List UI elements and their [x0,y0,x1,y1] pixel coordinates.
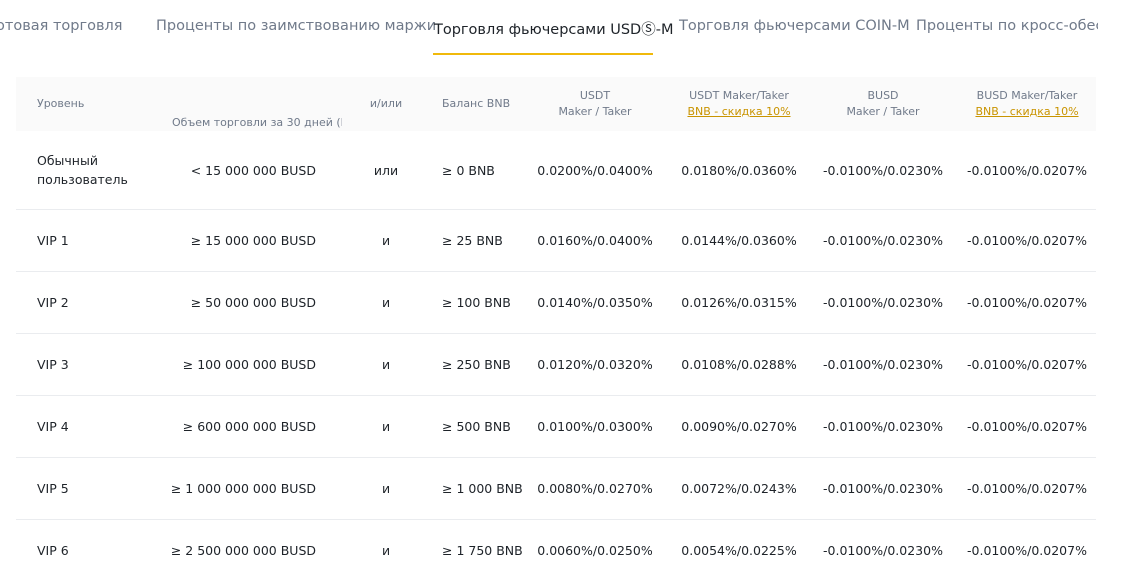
cell-level: VIP 6 [37,543,69,558]
header-busd-sub: Maker / Taker [846,105,920,118]
tab-spot-trading[interactable]: отовая торговля [0,18,123,34]
cell-usdt-fee: 0.0200%/0.0400% [537,162,653,178]
header-busd-title: BUSD [867,89,899,102]
cell-volume: ≥ 50 000 000 BUSD [190,295,316,310]
cell-usdt-fee: 0.0100%/0.0300% [537,419,653,434]
cell-usdt-bnb-fee: 0.0180%/0.0360% [681,162,797,178]
cell-level: VIP 5 [37,481,69,496]
cell-busd-fee: -0.0100%/0.0230% [823,481,943,496]
cell-usdt-bnb-fee: 0.0108%/0.0288% [681,357,797,372]
tab-cross-collateral-interest[interactable]: Проценты по кросс-обеспе [916,18,1098,34]
fee-table: Уровень Объем торговли за 30 дней (BU и/… [16,77,1096,581]
cell-and-or: и [381,481,391,496]
cell-busd-fee: -0.0100%/0.0230% [823,162,943,178]
header-busd: BUSD Maker / Taker [818,77,948,131]
cell-and-or: или [373,162,399,178]
cell-busd-bnb-fee: -0.0100%/0.0207% [967,419,1087,434]
cell-volume: ≥ 1 000 000 000 BUSD [170,481,316,496]
header-and-or: и/или [366,77,406,131]
cell-usdt-bnb-fee: 0.0072%/0.0243% [681,481,797,496]
header-volume: Объем торговли за 30 дней (BU [172,77,342,131]
cell-busd-bnb-fee: -0.0100%/0.0207% [967,357,1087,372]
cell-busd-fee: -0.0100%/0.0230% [823,357,943,372]
cell-volume: ≥ 15 000 000 BUSD [190,233,316,248]
header-usdt-title: USDT [579,89,611,102]
cell-level: VIP 4 [37,419,69,434]
header-bnb-balance-label: Баланс BNB [442,97,511,110]
cell-bnb-balance: ≥ 100 BNB [442,295,511,310]
cell-level: VIP 1 [37,233,69,248]
cell-busd-bnb-fee: -0.0100%/0.0207% [967,162,1087,178]
cell-usdt-fee: 0.0160%/0.0400% [537,233,653,248]
cell-busd-fee: -0.0100%/0.0230% [823,419,943,434]
fee-schedule-page: отовая торговля Проценты по заимствовани… [0,0,1122,581]
cell-bnb-balance: ≥ 1 000 BNB [442,481,523,496]
cell-busd-fee: -0.0100%/0.0230% [823,233,943,248]
cell-bnb-balance: ≥ 0 BNB [442,162,495,178]
cell-busd-bnb-fee: -0.0100%/0.0207% [967,233,1087,248]
busd-bnb-discount-link[interactable]: BNB - скидка 10% [975,104,1078,120]
cell-busd-bnb-fee: -0.0100%/0.0207% [967,543,1087,558]
table-row: VIP 3 ≥ 100 000 000 BUSD и ≥ 250 BNB 0.0… [16,334,1096,396]
tab-usds-m-futures[interactable]: Торговля фьючерсами USDⓈ-M [434,18,673,39]
header-usdt-bnb-title: USDT Maker/Taker [689,89,789,102]
cell-usdt-fee: 0.0140%/0.0350% [537,295,653,310]
header-busd-bnb-title: BUSD Maker/Taker [976,89,1078,102]
table-row: VIP 4 ≥ 600 000 000 BUSD и ≥ 500 BNB 0.0… [16,396,1096,458]
header-volume-label: Объем торговли за 30 дней (BU [172,116,342,129]
cell-level: VIP 3 [37,357,69,372]
cell-usdt-fee: 0.0060%/0.0250% [537,543,653,558]
table-row: VIP 2 ≥ 50 000 000 BUSD и ≥ 100 BNB 0.01… [16,272,1096,334]
header-level: Уровень [37,77,84,131]
cell-usdt-bnb-fee: 0.0144%/0.0360% [681,233,797,248]
cell-level: Обычный пользователь [37,153,128,187]
cell-volume: < 15 000 000 BUSD [190,162,316,178]
cell-busd-fee: -0.0100%/0.0230% [823,295,943,310]
header-usdt: USDT Maker / Taker [530,77,660,131]
tab-coin-m-futures[interactable]: Торговля фьючерсами COIN-M [679,18,910,34]
cell-volume: ≥ 2 500 000 000 BUSD [170,543,316,558]
cell-usdt-bnb-fee: 0.0090%/0.0270% [681,419,797,434]
header-and-or-label: и/или [369,97,403,110]
cell-and-or: и [381,233,391,248]
cell-and-or: и [381,543,391,558]
table-header: Уровень Объем торговли за 30 дней (BU и/… [16,77,1096,131]
table-row: Обычный пользователь < 15 000 000 BUSD и… [16,131,1096,210]
usdt-bnb-discount-link[interactable]: BNB - скидка 10% [687,104,790,120]
header-busd-bnb: BUSD Maker/Taker BNB - скидка 10% [962,77,1092,131]
cell-busd-fee: -0.0100%/0.0230% [823,543,943,558]
header-usdt-sub: Maker / Taker [558,105,632,118]
cell-volume: ≥ 600 000 000 BUSD [182,419,316,434]
cell-and-or: и [381,295,391,310]
cell-usdt-bnb-fee: 0.0054%/0.0225% [681,543,797,558]
table-row: VIP 6 ≥ 2 500 000 000 BUSD и ≥ 1 750 BNB… [16,520,1096,581]
active-tab-indicator [433,53,653,55]
cell-usdt-bnb-fee: 0.0126%/0.0315% [681,295,797,310]
cell-and-or: и [381,419,391,434]
tab-margin-interest[interactable]: Проценты по заимствованию маржи [156,18,436,34]
header-bnb-balance: Баланс BNB [442,77,510,131]
cell-bnb-balance: ≥ 1 750 BNB [442,543,523,558]
cell-level: VIP 2 [37,295,69,310]
table-row: VIP 1 ≥ 15 000 000 BUSD и ≥ 25 BNB 0.016… [16,210,1096,272]
table-row: VIP 5 ≥ 1 000 000 000 BUSD и ≥ 1 000 BNB… [16,458,1096,520]
header-usdt-bnb: USDT Maker/Taker BNB - скидка 10% [674,77,804,131]
cell-bnb-balance: ≥ 250 BNB [442,357,511,372]
cell-and-or: и [381,357,391,372]
cell-usdt-fee: 0.0120%/0.0320% [537,357,653,372]
tab-bar: отовая торговля Проценты по заимствовани… [0,0,1098,56]
header-level-label: Уровень [37,97,85,110]
cell-busd-bnb-fee: -0.0100%/0.0207% [967,295,1087,310]
cell-usdt-fee: 0.0080%/0.0270% [537,481,653,496]
cell-busd-bnb-fee: -0.0100%/0.0207% [967,481,1087,496]
cell-bnb-balance: ≥ 25 BNB [442,233,503,248]
cell-bnb-balance: ≥ 500 BNB [442,419,511,434]
cell-volume: ≥ 100 000 000 BUSD [182,357,316,372]
